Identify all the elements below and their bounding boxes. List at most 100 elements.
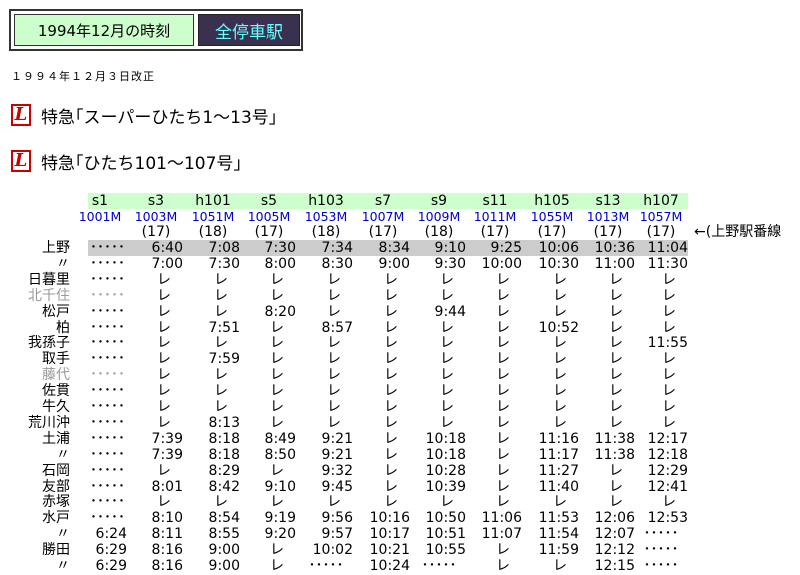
time-cell: レ [662, 303, 676, 320]
time-cell: レ [553, 287, 567, 304]
time-cell: レ [270, 287, 284, 304]
time-cell: ･････ [421, 558, 457, 574]
time-cell: レ [662, 399, 676, 415]
time-cell: レ [270, 319, 284, 336]
time-cell: 12:15 [594, 558, 635, 574]
time-cell: 11:07 [481, 526, 522, 543]
time-cell: レ [553, 494, 567, 511]
time-cell: 9:00 [208, 558, 240, 574]
limited-express-icon: L [11, 150, 31, 172]
time-cell: レ [662, 367, 676, 384]
train-id: s9 [430, 193, 448, 209]
time-cell: 8:00 [264, 255, 296, 272]
train-line-name: 特急｢ひたち101～107号｣ [41, 153, 242, 174]
time-cell: 9:21 [321, 446, 353, 463]
train-number: 1011M [473, 209, 517, 224]
time-cell: 9:30 [434, 255, 466, 272]
time-cell: レ [609, 287, 623, 304]
train-number: 1057M [639, 209, 683, 224]
station-name: 赤塚 [42, 494, 70, 511]
car-count: (17) [480, 224, 510, 240]
time-cell: レ [496, 383, 510, 400]
time-cell: レ [553, 383, 567, 400]
time-cell: ･････ [643, 558, 679, 574]
time-cell: レ [609, 335, 623, 352]
time-cell: 8:11 [151, 526, 183, 543]
time-cell: 6:40 [151, 240, 183, 256]
time-cell: 10:18 [425, 430, 466, 447]
time-cell: 8:18 [208, 430, 240, 447]
time-cell: レ [157, 367, 171, 384]
time-cell: レ [214, 367, 228, 384]
time-cell: レ [440, 351, 454, 368]
time-cell: 7:00 [151, 255, 183, 272]
train-number: 1055M [530, 209, 574, 224]
time-cell: 8:54 [208, 510, 240, 527]
time-cell: 7:08 [208, 240, 240, 256]
all-stops-tab[interactable]: 全停車駅 [198, 14, 300, 46]
time-cell: レ [270, 367, 284, 384]
train-line-hitachi: L 特急｢ひたち101～107号｣ [11, 149, 242, 174]
time-cell: 11:40 [538, 478, 579, 495]
time-cell: レ [214, 271, 228, 288]
time-cell: 10:00 [481, 255, 522, 272]
time-cell: 10:39 [425, 478, 466, 495]
time-cell: レ [384, 271, 398, 288]
time-cell: 12:07 [594, 526, 635, 543]
time-cell: レ [270, 399, 284, 415]
time-cell: レ [327, 303, 341, 320]
time-cell: レ [440, 399, 454, 415]
time-cell: 9:10 [264, 478, 296, 495]
time-cell: 8:18 [208, 446, 240, 463]
time-cell: レ [214, 303, 228, 320]
time-cell: レ [327, 414, 341, 431]
time-cell: レ [609, 414, 623, 431]
time-cell: レ [214, 383, 228, 400]
time-cell: 12:12 [594, 542, 635, 559]
time-cell: 8:01 [151, 478, 183, 495]
time-cell: レ [609, 319, 623, 336]
time-cell: 9:00 [378, 255, 410, 272]
time-cell: レ [384, 399, 398, 415]
time-cell: 8:29 [208, 462, 240, 479]
time-cell: レ [384, 303, 398, 320]
time-cell: レ [662, 383, 676, 400]
time-cell: レ [662, 287, 676, 304]
time-cell: レ [496, 430, 510, 447]
time-cell: 10:55 [425, 542, 466, 559]
time-cell: 11:04 [647, 240, 688, 256]
time-cell: 6:24 [95, 526, 127, 543]
timetable-date-tab[interactable]: 1994年12月の時刻 [14, 14, 194, 46]
time-cell: 11:38 [594, 430, 635, 447]
time-cell: レ [270, 462, 284, 479]
time-cell: レ [270, 558, 284, 574]
time-cell: レ [384, 367, 398, 384]
train-id: s11 [482, 193, 508, 209]
time-cell: レ [609, 271, 623, 288]
car-count: (18) [424, 224, 454, 240]
time-cell: 10:21 [369, 542, 410, 559]
station-name: 牛久 [42, 399, 70, 415]
time-cell: 8:20 [264, 303, 296, 320]
time-cell: レ [496, 462, 510, 479]
time-cell: 12:41 [647, 478, 688, 495]
time-cell: 9:21 [321, 430, 353, 447]
time-cell: レ [553, 558, 567, 574]
time-cell: ･････ [643, 526, 679, 543]
time-cell: レ [496, 303, 510, 320]
time-cell: 11:30 [647, 255, 688, 272]
time-cell: 10:30 [538, 255, 579, 272]
time-cell: レ [440, 383, 454, 400]
time-cell: 7:30 [264, 240, 296, 256]
time-cell: レ [214, 287, 228, 304]
time-cell: レ [270, 271, 284, 288]
time-cell: レ [440, 414, 454, 431]
time-cell: 10:17 [369, 526, 410, 543]
time-cell: 11:55 [647, 335, 688, 352]
time-cell: レ [384, 430, 398, 447]
station-name: 石岡 [42, 462, 70, 479]
car-count: (17) [593, 224, 623, 240]
time-cell: レ [496, 414, 510, 431]
time-cell: レ [440, 494, 454, 511]
time-cell: レ [214, 399, 228, 415]
